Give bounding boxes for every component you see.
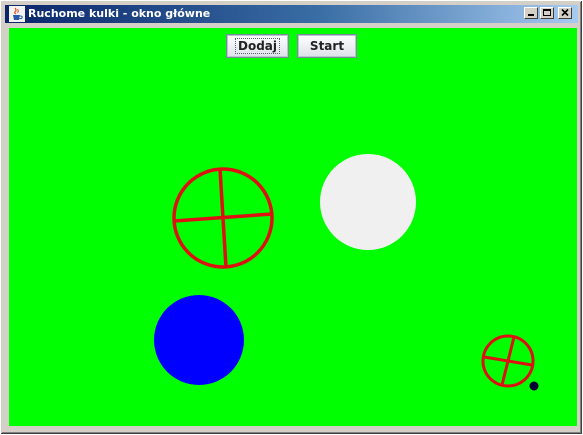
- start-button-label: Start: [309, 39, 345, 53]
- ball-canvas: [154, 154, 539, 391]
- minimize-button[interactable]: [524, 7, 538, 19]
- crosshair-ball: [172, 167, 274, 269]
- ball-canvas-panel[interactable]: Dodaj Start: [9, 28, 577, 426]
- solid-ball: [320, 154, 416, 250]
- java-cup-icon: [9, 6, 25, 22]
- close-button[interactable]: [558, 7, 572, 19]
- close-icon: [561, 8, 569, 17]
- add-button-label: Dodaj: [234, 38, 280, 54]
- solid-ball: [154, 295, 244, 385]
- add-button[interactable]: Dodaj: [226, 34, 289, 58]
- crosshair-ball: [481, 334, 535, 388]
- maximize-icon: [543, 9, 551, 16]
- title-bar[interactable]: Ruchome kulki - okno główne: [5, 5, 578, 23]
- minimize-icon: [528, 14, 534, 16]
- solid-ball: [529, 381, 539, 391]
- start-button[interactable]: Start: [297, 34, 357, 58]
- main-window: Ruchome kulki - okno główne Dodaj Start: [0, 0, 583, 435]
- window-title: Ruchome kulki - okno główne: [28, 7, 211, 20]
- maximize-button[interactable]: [540, 7, 554, 19]
